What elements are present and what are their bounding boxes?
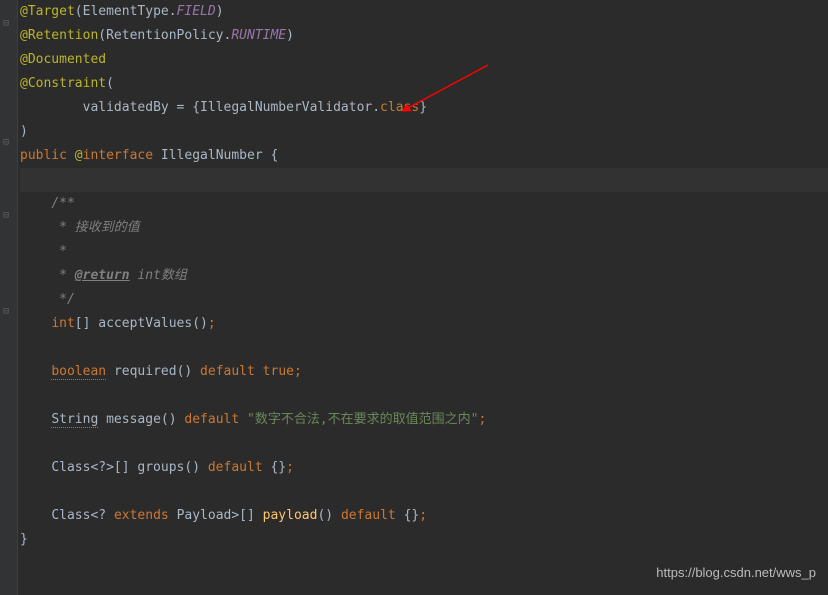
fold-icon[interactable]: ⊟ bbox=[3, 12, 9, 36]
code-line: @Constraint( bbox=[20, 72, 828, 96]
code-line: Class<? extends Payload>[] payload() def… bbox=[20, 504, 828, 528]
code-line bbox=[20, 336, 828, 360]
code-line: int[] acceptValues(); bbox=[20, 312, 828, 336]
code-line: /** bbox=[20, 192, 828, 216]
code-line: validatedBy = {IllegalNumberValidator.cl… bbox=[20, 96, 828, 120]
code-line: } bbox=[20, 528, 828, 552]
code-editor[interactable]: ⊟ ⊟ ⊟ ⊟ @Target(ElementType.FIELD) @Rete… bbox=[0, 0, 828, 595]
code-line: Class<?>[] groups() default {}; bbox=[20, 456, 828, 480]
code-line bbox=[20, 384, 828, 408]
code-line: @Retention(RetentionPolicy.RUNTIME) bbox=[20, 24, 828, 48]
code-area[interactable]: @Target(ElementType.FIELD) @Retention(Re… bbox=[18, 0, 828, 595]
code-line: String message() default "数字不合法,不在要求的取值范… bbox=[20, 408, 828, 432]
code-line bbox=[20, 168, 828, 192]
code-line: boolean required() default true; bbox=[20, 360, 828, 384]
gutter: ⊟ ⊟ ⊟ ⊟ bbox=[0, 0, 18, 595]
fold-icon[interactable]: ⊟ bbox=[3, 204, 9, 228]
code-line: @Target(ElementType.FIELD) bbox=[20, 0, 828, 24]
code-line bbox=[20, 432, 828, 456]
code-line: @Documented bbox=[20, 48, 828, 72]
code-line: public @interface IllegalNumber { bbox=[20, 144, 828, 168]
code-line: * 接收到的值 bbox=[20, 216, 828, 240]
code-line bbox=[20, 480, 828, 504]
code-line: * @return int数组 bbox=[20, 264, 828, 288]
code-line: * bbox=[20, 240, 828, 264]
fold-icon[interactable]: ⊟ bbox=[3, 131, 9, 155]
code-line: ) bbox=[20, 120, 828, 144]
fold-icon[interactable]: ⊟ bbox=[3, 300, 9, 324]
watermark: https://blog.csdn.net/wws_p bbox=[656, 561, 816, 585]
code-line: */ bbox=[20, 288, 828, 312]
